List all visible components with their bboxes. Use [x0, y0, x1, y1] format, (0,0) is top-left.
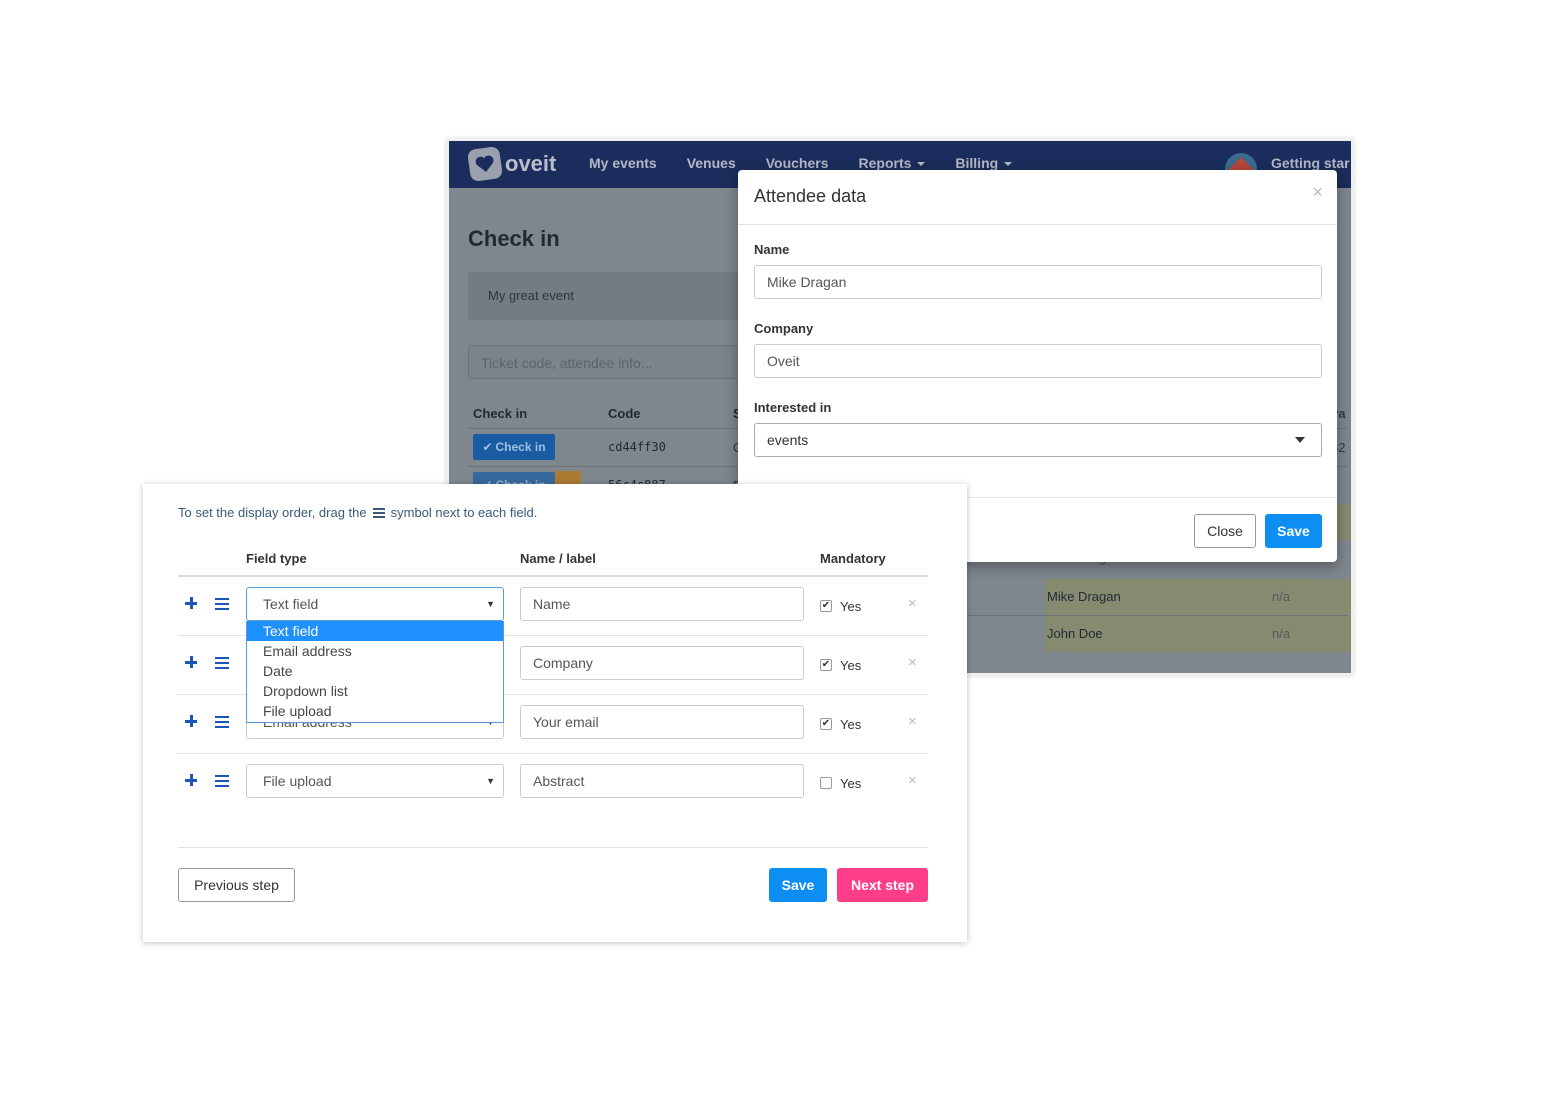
mandatory-checkbox[interactable]: ✔ — [820, 600, 832, 612]
remove-field-icon[interactable]: × — [908, 772, 917, 789]
col-mandatory: Mandatory — [820, 551, 886, 566]
drag-handle-icon[interactable] — [215, 657, 229, 669]
field-label-input[interactable]: Abstract — [520, 764, 804, 798]
add-field-icon[interactable] — [185, 715, 197, 727]
dropdown-option-date[interactable]: Date — [247, 661, 503, 681]
company-label: Company — [754, 321, 814, 336]
name-value: Mike Dragan — [767, 274, 847, 290]
next-step-button[interactable]: Next step — [837, 868, 928, 902]
drag-handle-icon[interactable] — [215, 775, 229, 787]
header-divider — [178, 575, 928, 577]
save-button[interactable]: Save — [1265, 514, 1322, 548]
attendee-name: Mike Dragan — [1047, 589, 1121, 604]
field-label-value: Your email — [533, 714, 599, 730]
field-label-value: Name — [533, 596, 571, 612]
brand-logo[interactable]: oveit — [466, 145, 557, 183]
ticket-search-input[interactable]: Ticket code, attendee info... — [468, 345, 758, 379]
dropdown-option-dropdown-list[interactable]: Dropdown list — [247, 681, 503, 701]
close-button[interactable]: Close — [1194, 514, 1256, 548]
caret-down-icon: ▼ — [486, 599, 495, 609]
col-field-type: Field type — [246, 551, 307, 566]
event-selector[interactable]: My great event — [468, 272, 758, 320]
nav-venues[interactable]: Venues — [687, 155, 736, 171]
drag-handle-icon — [372, 506, 385, 520]
footer-divider — [178, 847, 928, 848]
hint-text-start: To set the display order, drag the — [178, 505, 367, 520]
add-field-icon[interactable] — [185, 656, 197, 668]
attendee-value: n/a — [1272, 626, 1291, 641]
ticket-code: cd44ff30 — [608, 440, 666, 454]
nav-reports-label: Reports — [858, 155, 912, 171]
field-label-input[interactable]: Name — [520, 587, 804, 621]
check-icon: ✔ — [482, 440, 493, 454]
field-label-value: Company — [533, 655, 593, 671]
page-title: Check in — [468, 226, 560, 251]
name-field[interactable]: Mike Dragan — [754, 265, 1322, 299]
company-value: Oveit — [767, 353, 800, 369]
interest-label: Interested in — [754, 400, 832, 415]
check-in-button[interactable]: ✔ Check in — [473, 434, 555, 460]
mandatory-checkbox[interactable]: ✔ — [820, 718, 832, 730]
undo-icon[interactable] — [555, 471, 581, 485]
field-type-select[interactable]: Text field ▼ — [246, 587, 504, 621]
hint-text-end: symbol next to each field. — [390, 505, 538, 520]
mandatory-yes-label: Yes — [840, 599, 862, 614]
name-label: Name — [754, 242, 790, 257]
close-icon[interactable]: × — [1312, 182, 1323, 203]
dropdown-option-text-field[interactable]: Text field — [247, 621, 503, 641]
dropdown-option-file-upload[interactable]: File upload — [247, 701, 503, 721]
check-in-button-label: Check in — [495, 440, 546, 454]
field-type-value: Text field — [263, 596, 319, 612]
field-label-value: Abstract — [533, 773, 585, 789]
col-check-in: Check in — [473, 406, 528, 421]
caret-down-icon — [1295, 437, 1305, 443]
brand-name: oveit — [505, 151, 557, 176]
attendee-name: John Doe — [1047, 626, 1103, 641]
mandatory-checkbox[interactable] — [820, 777, 832, 789]
nav-getting-started[interactable]: Getting star — [1271, 155, 1350, 171]
field-type-select[interactable]: File upload ▼ — [246, 764, 504, 798]
field-type-dropdown-list: Text field Email address Date Dropdown l… — [246, 621, 504, 723]
modal-header: Attendee data × — [738, 170, 1337, 225]
caret-down-icon: ▼ — [486, 776, 495, 786]
nav-vouchers[interactable]: Vouchers — [766, 155, 829, 171]
add-field-icon[interactable] — [185, 597, 197, 609]
nav-reports[interactable]: Reports — [859, 155, 926, 171]
mandatory-yes-label: Yes — [840, 717, 862, 732]
field-label-input[interactable]: Company — [520, 646, 804, 680]
col-name-label: Name / label — [520, 551, 596, 566]
nav-billing-label: Billing — [955, 155, 999, 171]
main-nav: My events Venues Vouchers Reports Billin… — [589, 155, 1012, 171]
drag-handle-icon[interactable] — [215, 716, 229, 728]
previous-step-button[interactable]: Previous step — [178, 868, 295, 902]
nav-my-events[interactable]: My events — [589, 155, 657, 171]
mandatory-yes-label: Yes — [840, 776, 862, 791]
col-code: Code — [608, 406, 641, 421]
company-field[interactable]: Oveit — [754, 344, 1322, 378]
event-name: My great event — [488, 288, 574, 303]
field-label-input[interactable]: Your email — [520, 705, 804, 739]
interest-value: events — [767, 432, 809, 448]
drag-hint: To set the display order, drag the symbo… — [178, 505, 537, 520]
remove-field-icon[interactable]: × — [908, 654, 917, 671]
remove-field-icon[interactable]: × — [908, 713, 917, 730]
interest-select[interactable]: events — [754, 423, 1322, 457]
add-field-icon[interactable] — [185, 774, 197, 786]
mandatory-checkbox[interactable]: ✔ — [820, 659, 832, 671]
drag-handle-icon[interactable] — [215, 598, 229, 610]
row-divider — [178, 753, 928, 754]
modal-title: Attendee data — [754, 186, 867, 206]
save-button[interactable]: Save — [769, 868, 827, 902]
dropdown-option-email-address[interactable]: Email address — [247, 641, 503, 661]
search-placeholder: Ticket code, attendee info... — [481, 355, 653, 371]
attendee-value: n/a — [1272, 589, 1291, 604]
remove-field-icon[interactable]: × — [908, 595, 917, 612]
nav-billing[interactable]: Billing — [955, 155, 1012, 171]
form-builder-panel: To set the display order, drag the symbo… — [143, 484, 967, 942]
mandatory-yes-label: Yes — [840, 658, 862, 673]
heart-logo-icon — [466, 145, 504, 183]
field-type-value: File upload — [263, 773, 332, 789]
